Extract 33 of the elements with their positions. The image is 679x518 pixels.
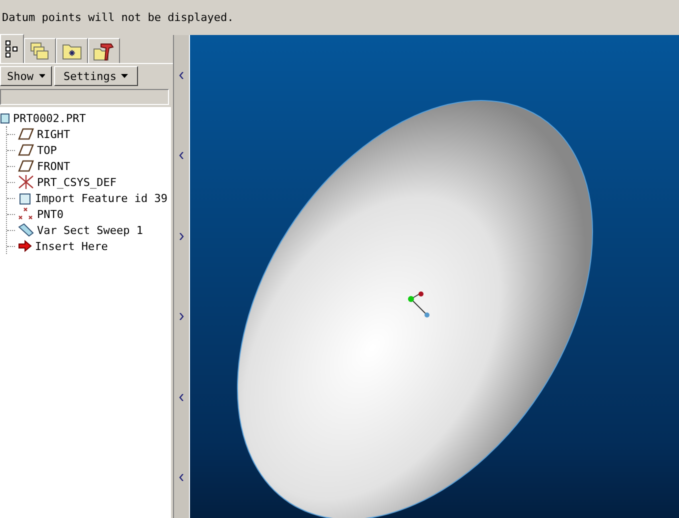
- message-text: Datum points will not be displayed.: [2, 11, 234, 24]
- panel-tab[interactable]: [0, 34, 24, 63]
- caret-icon: [38, 74, 45, 78]
- tree-icon: [5, 40, 19, 58]
- tree-item-label[interactable]: PRT_CSYS_DEF: [37, 176, 116, 188]
- filter-field[interactable]: [0, 89, 170, 105]
- datum-plane-icon: [18, 144, 34, 156]
- tree-item-label[interactable]: PRT0002.PRT: [13, 112, 86, 124]
- tree-item-label[interactable]: Insert Here: [35, 240, 108, 252]
- splitter-handle[interactable]: [173, 35, 190, 518]
- tree-item-label[interactable]: RIGHT: [37, 128, 70, 140]
- dropdown-button[interactable]: Settings: [54, 66, 138, 86]
- tree-item-label[interactable]: Import Feature id 39: [35, 192, 168, 204]
- caret-icon: [121, 74, 128, 78]
- folders-icon: [30, 41, 50, 61]
- arrow-icon: [18, 240, 32, 252]
- tree-item-label[interactable]: TOP: [37, 144, 57, 156]
- tree-item-label[interactable]: FRONT: [37, 160, 70, 172]
- coordinate-axes-icon: [408, 292, 430, 318]
- datum-plane-icon: [18, 128, 34, 140]
- datum-plane-icon: [18, 160, 34, 172]
- dropdown-button[interactable]: Show: [0, 66, 52, 86]
- tree-item-label[interactable]: Var Sect Sweep 1: [37, 224, 143, 236]
- folder-icon: [62, 42, 82, 60]
- folder-hammer-icon: [93, 41, 115, 61]
- tree-item-label[interactable]: PNT0: [37, 208, 64, 220]
- part-icon: [0, 112, 10, 124]
- panel-tab[interactable]: [56, 38, 88, 63]
- import-feature-icon: [18, 192, 32, 204]
- sweep-icon: [18, 223, 34, 237]
- panel-tab[interactable]: [88, 38, 120, 63]
- coordinate-system-icon: [18, 175, 34, 189]
- datum-point-icon: [18, 207, 34, 221]
